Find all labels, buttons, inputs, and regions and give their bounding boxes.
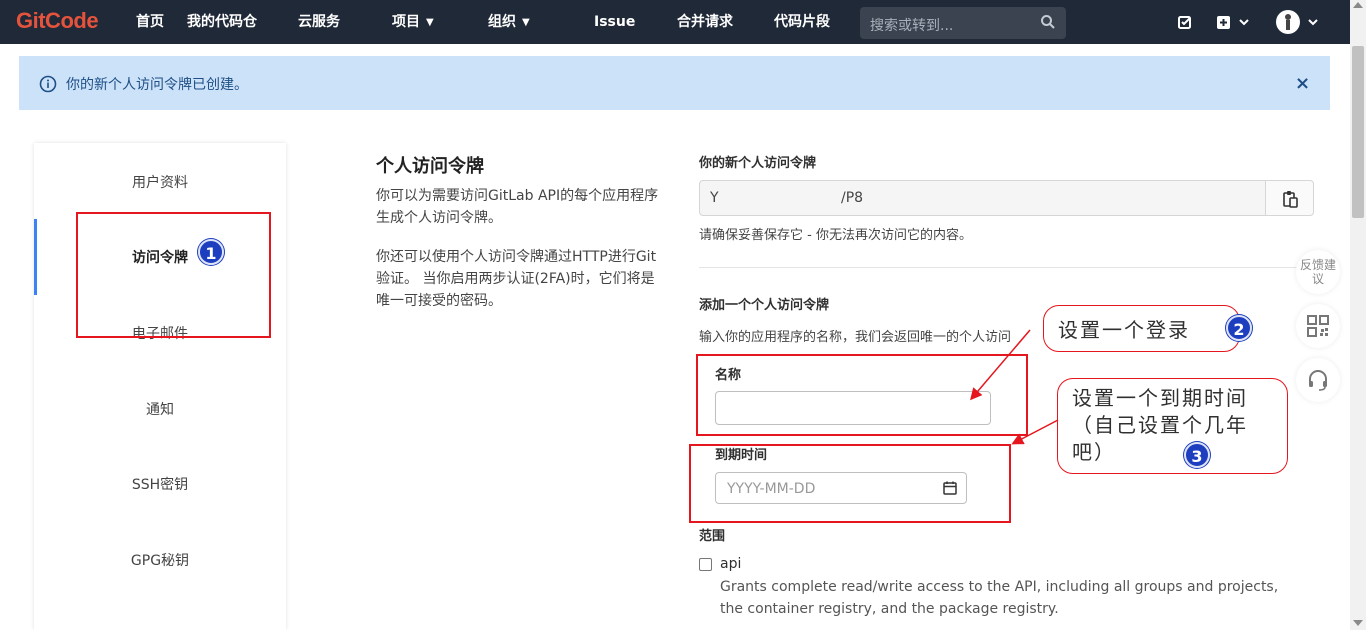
arrow-to-expiry-box — [1011, 419, 1059, 445]
annotation-arrows — [970, 329, 1059, 445]
arrow-to-name-input — [970, 329, 1031, 401]
